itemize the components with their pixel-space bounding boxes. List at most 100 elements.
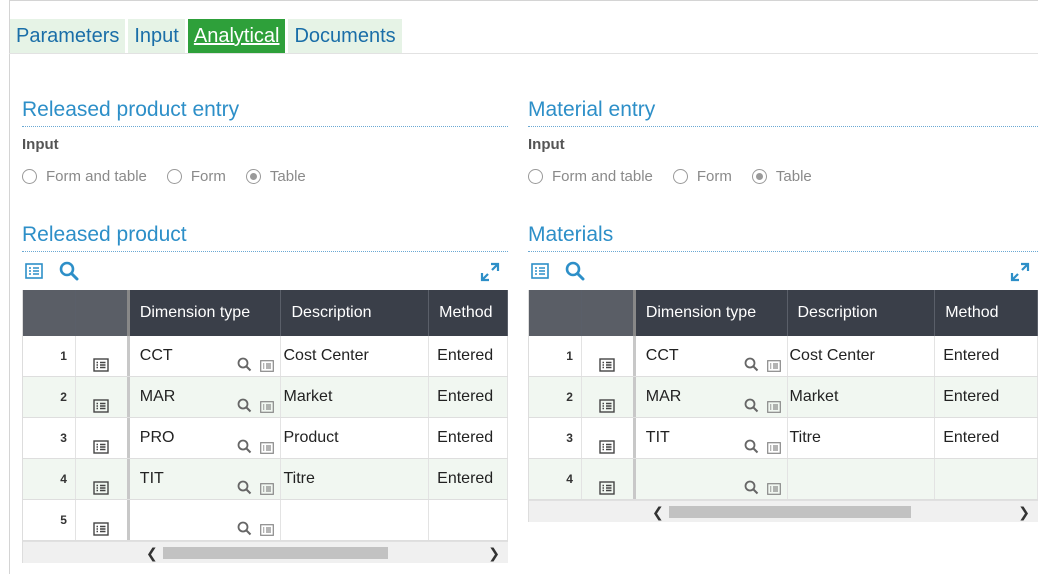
tab-input[interactable]: Input xyxy=(128,19,185,53)
row-detail-icon[interactable] xyxy=(93,471,110,499)
search-icon[interactable] xyxy=(59,261,79,286)
scrollbar-thumb[interactable] xyxy=(669,506,911,518)
radio-table[interactable]: Table xyxy=(751,168,812,185)
table-row[interactable]: 4 xyxy=(529,459,1038,500)
method-cell[interactable]: Entered xyxy=(935,336,1038,376)
list-icon[interactable] xyxy=(260,471,275,499)
column-header-dimension-type[interactable]: Dimension type xyxy=(130,290,282,336)
column-header-description[interactable]: Description xyxy=(788,290,936,336)
input-radio-group: Form and table Form Table xyxy=(22,165,508,187)
radio-table[interactable]: Table xyxy=(245,167,306,185)
dimension-type-cell[interactable]: MAR xyxy=(636,377,788,417)
method-cell[interactable]: Entered xyxy=(935,418,1038,458)
list-icon[interactable] xyxy=(260,389,275,417)
column-header-dimension-type[interactable]: Dimension type xyxy=(636,290,788,336)
horizontal-scrollbar[interactable]: ❮ ❯ xyxy=(529,500,1038,522)
list-icon[interactable] xyxy=(531,263,549,284)
description-cell[interactable]: Market xyxy=(281,377,430,417)
list-icon[interactable] xyxy=(766,430,781,458)
list-icon[interactable] xyxy=(260,348,275,376)
list-icon[interactable] xyxy=(766,471,781,499)
row-detail-icon[interactable] xyxy=(93,389,110,417)
description-cell[interactable]: Titre xyxy=(788,418,936,458)
search-icon[interactable] xyxy=(237,348,252,376)
method-cell[interactable] xyxy=(935,459,1038,499)
column-header-description[interactable]: Description xyxy=(281,290,430,336)
search-icon[interactable] xyxy=(744,430,759,458)
row-detail-icon[interactable] xyxy=(93,348,110,376)
chevron-right-icon[interactable]: ❯ xyxy=(488,545,500,562)
column-header-row-number xyxy=(23,290,76,336)
search-icon[interactable] xyxy=(744,348,759,376)
tab-analytical[interactable]: Analytical xyxy=(187,19,286,53)
table-row[interactable]: 2 MAR Market Entered xyxy=(529,377,1038,418)
dimension-type-cell[interactable]: TIT xyxy=(636,418,788,458)
description-cell[interactable] xyxy=(281,500,430,540)
row-number: 4 xyxy=(23,459,76,499)
horizontal-scrollbar[interactable]: ❮ ❯ xyxy=(23,541,508,563)
dimension-type-cell[interactable]: PRO xyxy=(130,418,282,458)
row-number: 1 xyxy=(529,336,582,376)
list-icon[interactable] xyxy=(25,263,43,284)
column-header-method[interactable]: Method xyxy=(429,290,508,336)
dimension-type-value: CCT xyxy=(645,347,679,364)
row-detail-icon[interactable] xyxy=(599,389,616,417)
description-cell[interactable]: Product xyxy=(281,418,430,458)
search-icon[interactable] xyxy=(744,471,759,499)
table-row[interactable]: 4 TIT Titre Entered xyxy=(23,459,508,500)
dimension-type-cell[interactable]: CCT xyxy=(636,336,788,376)
method-cell[interactable]: Entered xyxy=(429,377,508,417)
radio-form[interactable]: Form xyxy=(672,168,732,185)
search-icon[interactable] xyxy=(744,389,759,417)
row-detail-icon[interactable] xyxy=(93,430,110,458)
list-icon[interactable] xyxy=(260,512,275,540)
method-cell[interactable]: Entered xyxy=(935,377,1038,417)
table-row[interactable]: 3 PRO Product Entered xyxy=(23,418,508,459)
expand-icon[interactable] xyxy=(1010,262,1030,287)
dimension-type-cell[interactable] xyxy=(636,459,788,499)
search-icon[interactable] xyxy=(237,430,252,458)
chevron-left-icon[interactable]: ❮ xyxy=(652,504,664,521)
list-icon[interactable] xyxy=(260,430,275,458)
radio-form[interactable]: Form xyxy=(166,168,226,185)
method-cell[interactable]: Entered xyxy=(429,336,508,376)
search-icon[interactable] xyxy=(565,261,585,286)
row-detail-icon[interactable] xyxy=(599,471,616,499)
chevron-right-icon[interactable]: ❯ xyxy=(1018,504,1030,521)
radio-form-and-table[interactable]: Form and table xyxy=(22,168,147,185)
method-cell[interactable]: Entered xyxy=(429,459,508,499)
dimension-type-cell[interactable]: MAR xyxy=(130,377,282,417)
table-row[interactable]: 2 MAR Market Entered xyxy=(23,377,508,418)
dimension-type-cell[interactable]: CCT xyxy=(130,336,282,376)
tab-parameters[interactable]: Parameters xyxy=(10,19,126,53)
row-detail-icon[interactable] xyxy=(599,430,616,458)
description-cell[interactable]: Cost Center xyxy=(281,336,430,376)
expand-icon[interactable] xyxy=(480,262,500,287)
table-row[interactable]: 3 TIT Titre Entered xyxy=(529,418,1038,459)
table-row[interactable]: 1 CCT Cost Center Entered xyxy=(529,336,1038,377)
search-icon[interactable] xyxy=(237,389,252,417)
table-row[interactable]: 5 xyxy=(23,500,508,541)
scrollbar-thumb[interactable] xyxy=(163,547,388,559)
list-icon[interactable] xyxy=(766,389,781,417)
dimension-type-cell[interactable]: TIT xyxy=(130,459,282,499)
description-cell[interactable]: Cost Center xyxy=(788,336,936,376)
chevron-left-icon[interactable]: ❮ xyxy=(146,545,158,562)
method-cell[interactable] xyxy=(429,500,508,540)
method-cell[interactable]: Entered xyxy=(429,418,508,458)
table-row[interactable]: 1 CCT Cost Center Entered xyxy=(23,336,508,377)
radio-label: Table xyxy=(269,167,306,185)
radio-form-and-table[interactable]: Form and table xyxy=(528,168,653,185)
list-icon[interactable] xyxy=(766,348,781,376)
row-detail-icon[interactable] xyxy=(93,512,110,540)
dimension-type-cell[interactable] xyxy=(130,500,282,540)
column-header-method[interactable]: Method xyxy=(935,290,1038,336)
description-cell[interactable]: Titre xyxy=(281,459,430,499)
description-cell[interactable]: Market xyxy=(788,377,936,417)
search-icon[interactable] xyxy=(237,512,252,540)
row-number: 1 xyxy=(23,336,76,376)
tab-documents[interactable]: Documents xyxy=(288,19,402,53)
description-cell[interactable] xyxy=(788,459,936,499)
search-icon[interactable] xyxy=(237,471,252,499)
row-detail-icon[interactable] xyxy=(599,348,616,376)
